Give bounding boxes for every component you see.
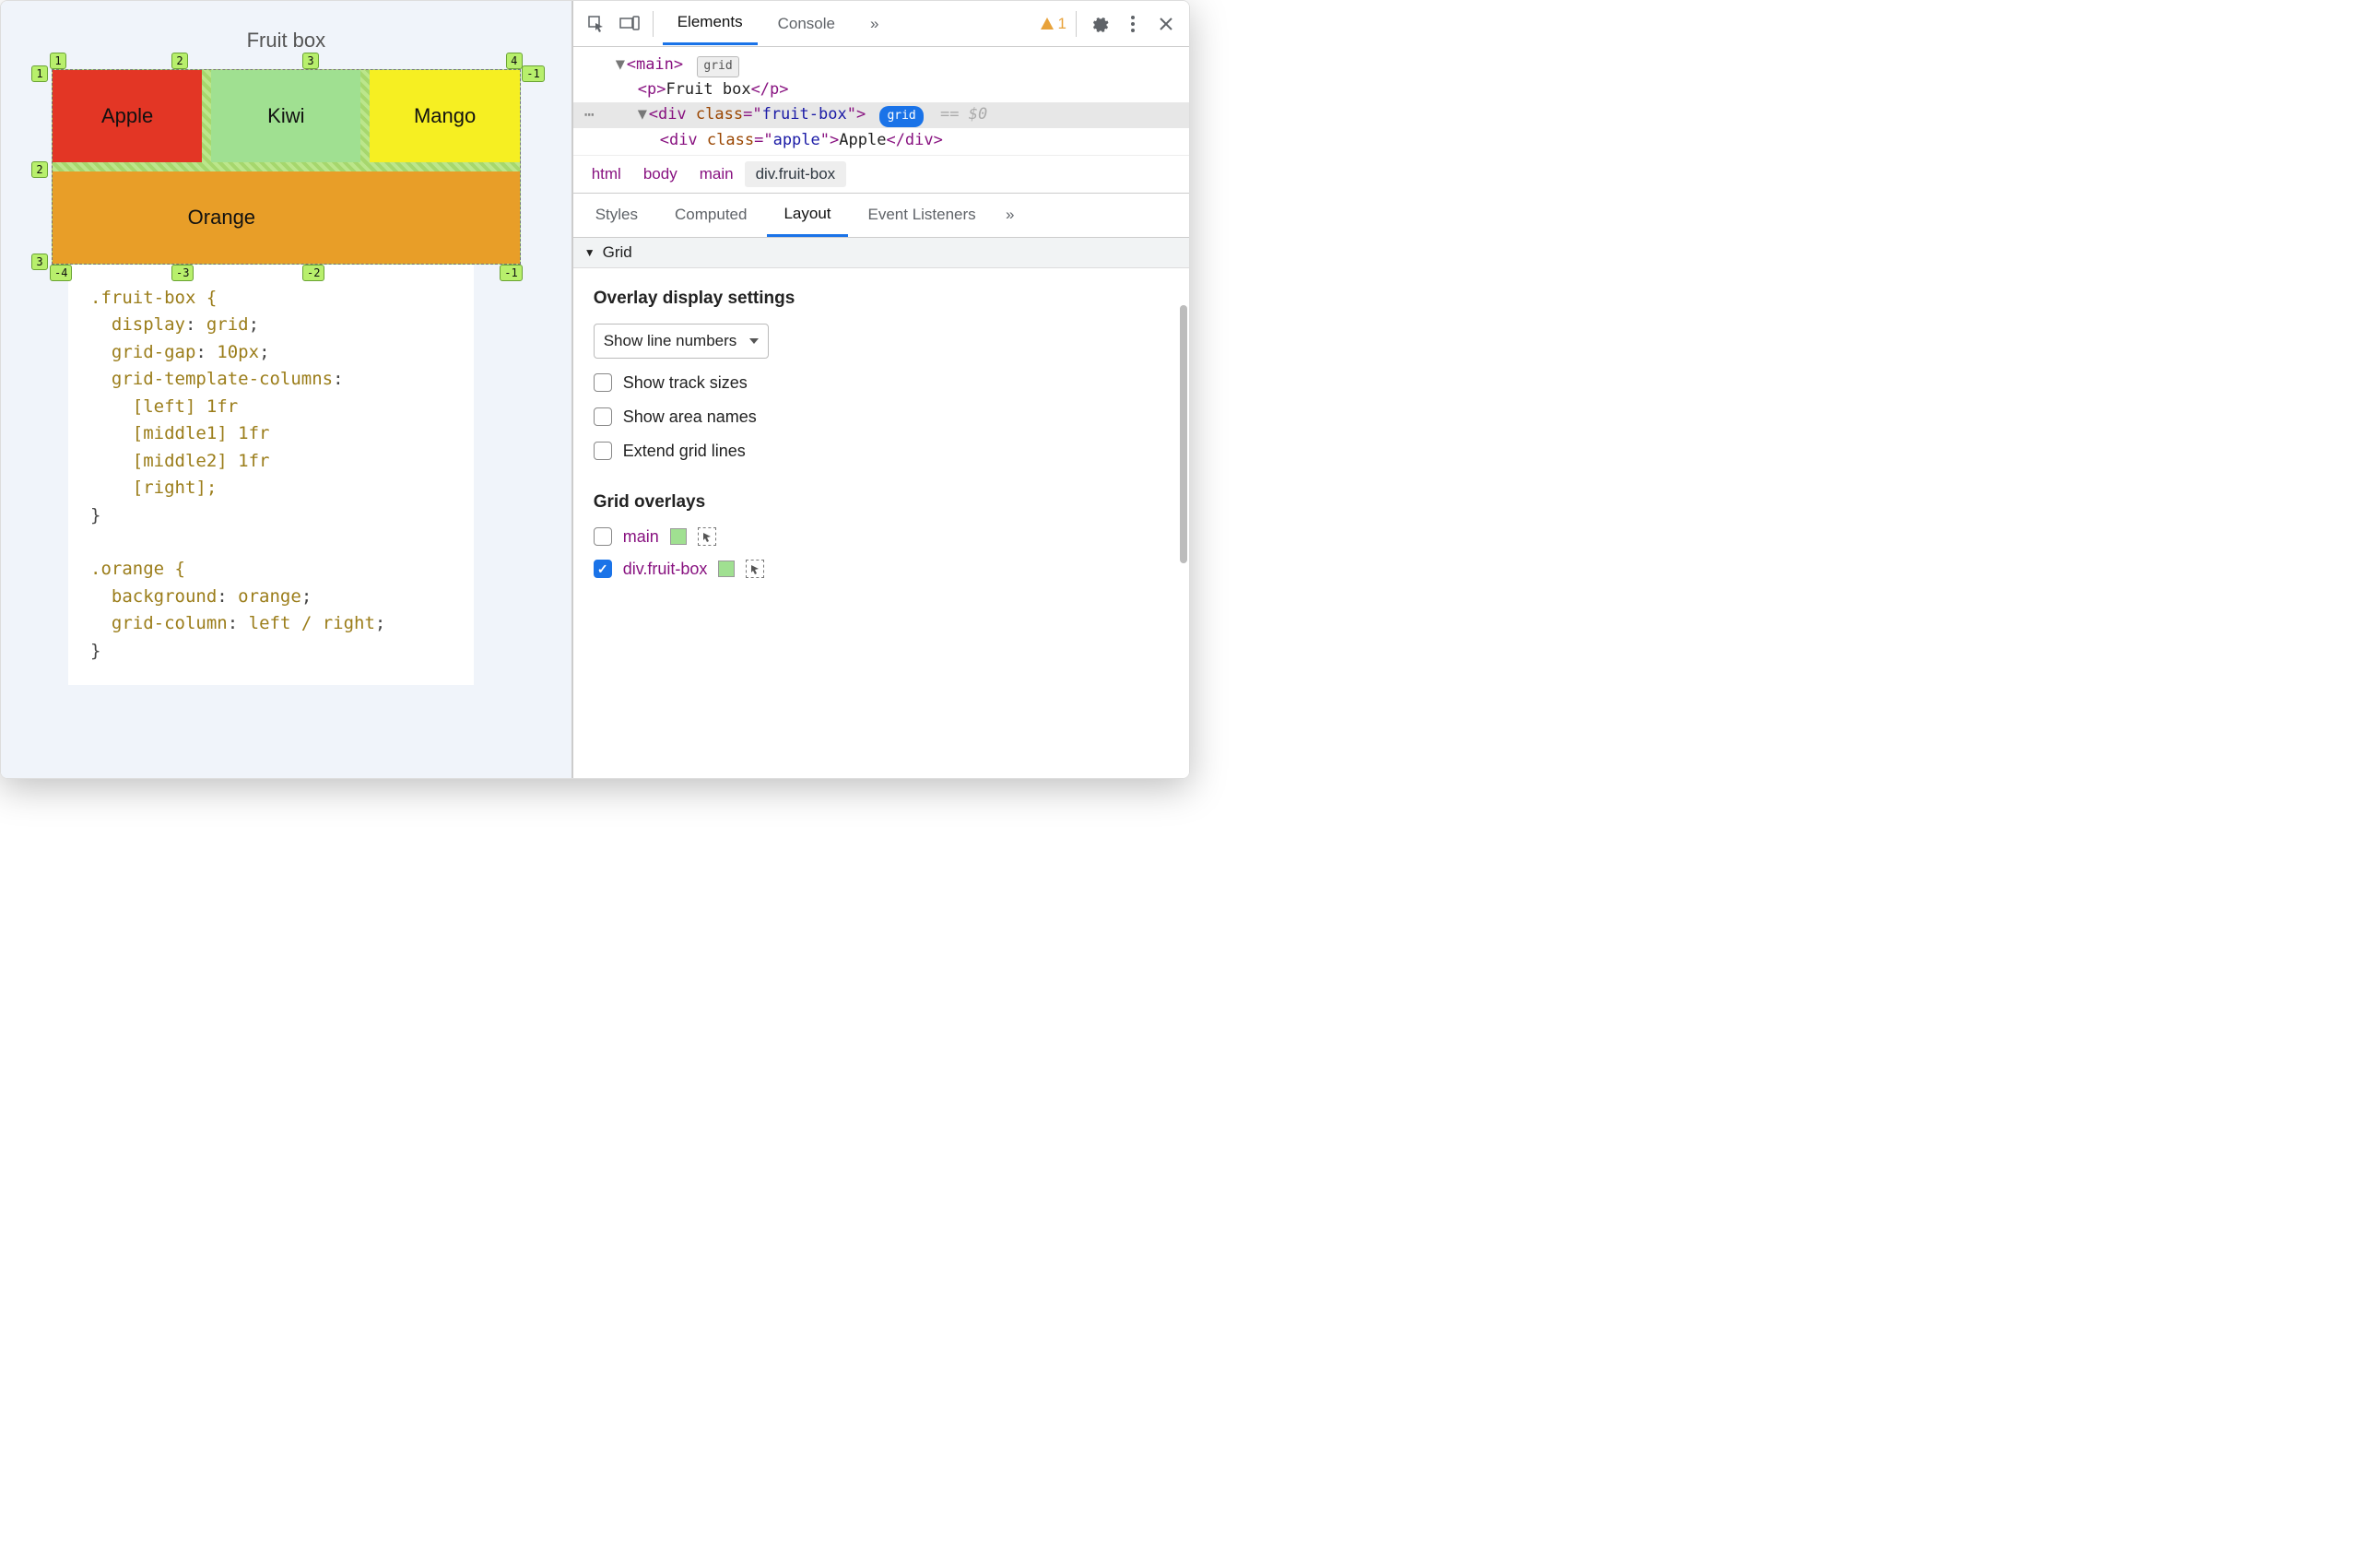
grid-badge[interactable]: grid <box>697 56 738 77</box>
grid-line-tag: -3 <box>171 265 194 281</box>
inspect-icon[interactable] <box>583 10 610 38</box>
line-numbers-select[interactable]: Show line numbers <box>594 324 770 359</box>
close-icon[interactable] <box>1152 10 1180 38</box>
tab-more[interactable]: » <box>855 4 893 44</box>
dom-node-main[interactable]: ▼<main> grid <box>573 53 1189 77</box>
crumb-fruit-box[interactable]: div.fruit-box <box>745 161 847 187</box>
scrollbar-thumb[interactable] <box>1180 305 1187 563</box>
checkbox-icon[interactable] <box>594 407 612 426</box>
color-swatch[interactable] <box>718 561 735 577</box>
grid-line-tag: 2 <box>31 161 48 178</box>
grid-line-tag: 3 <box>302 53 319 69</box>
grid-line-tag: -2 <box>302 265 324 281</box>
grid-overlay-wrapper: Apple Kiwi Mango Orange 1 2 3 4 1 2 3 -1… <box>52 69 521 265</box>
tab-console[interactable]: Console <box>763 4 850 44</box>
grid-line-tag: -4 <box>50 265 72 281</box>
styles-subtabs: Styles Computed Layout Event Listeners » <box>573 194 1189 238</box>
grid-overlays-heading: Grid overlays <box>594 492 1169 513</box>
warnings-badge[interactable]: 1 <box>1040 15 1066 33</box>
dom-node-p[interactable]: <p>Fruit box</p> <box>573 77 1189 102</box>
grid-badge-active[interactable]: grid <box>879 106 923 127</box>
crumb-html[interactable]: html <box>581 161 632 187</box>
overlay-checkbox[interactable] <box>594 527 612 546</box>
check-show-track-sizes[interactable]: Show track sizes <box>594 373 1169 393</box>
grid-line-tag: 1 <box>31 65 48 82</box>
sample-css-block: .fruit-box { display: grid; grid-gap: 10… <box>68 265 474 685</box>
dom-node-fruit-box[interactable]: ▼<div class="fruit-box"> grid == $0 <box>573 102 1189 127</box>
layout-grid-section-header[interactable]: ▼ Grid <box>573 238 1189 268</box>
device-toggle-icon[interactable] <box>616 10 643 38</box>
grid-line-tag: 3 <box>31 254 48 270</box>
grid-line-tag: 4 <box>506 53 523 69</box>
gear-icon[interactable] <box>1086 10 1113 38</box>
checkbox-icon[interactable] <box>594 442 612 460</box>
rendered-page: Fruit box Apple Kiwi Mango Orange 1 2 3 … <box>1 1 571 778</box>
grid-line-tag: -1 <box>522 65 544 82</box>
subtab-styles[interactable]: Styles <box>579 195 654 235</box>
subtab-event-listeners[interactable]: Event Listeners <box>852 195 993 235</box>
elements-dom-tree[interactable]: ▼<main> grid <p>Fruit box</p> ▼<div clas… <box>573 47 1189 155</box>
tab-elements[interactable]: Elements <box>663 2 758 45</box>
overlay-row-main: main <box>594 527 1169 547</box>
subtab-computed[interactable]: Computed <box>658 195 763 235</box>
grid-line-tag: 1 <box>50 53 66 69</box>
crumb-body[interactable]: body <box>632 161 689 187</box>
layout-body: Overlay display settings Show line numbe… <box>573 268 1189 778</box>
reveal-in-elements-icon[interactable] <box>746 560 764 578</box>
color-swatch[interactable] <box>670 528 687 545</box>
check-extend-grid-lines[interactable]: Extend grid lines <box>594 442 1169 461</box>
cell-kiwi: Kiwi <box>211 70 360 162</box>
check-show-area-names[interactable]: Show area names <box>594 407 1169 427</box>
chevron-down-icon: ▼ <box>584 246 595 259</box>
overlay-row-fruit-box: div.fruit-box <box>594 560 1169 579</box>
cell-apple: Apple <box>53 70 202 162</box>
overlay-settings-heading: Overlay display settings <box>594 289 1169 309</box>
dom-node-apple[interactable]: <div class="apple">Apple</div> <box>573 128 1189 153</box>
reveal-in-elements-icon[interactable] <box>698 527 716 546</box>
checkbox-icon[interactable] <box>594 373 612 392</box>
subtab-layout[interactable]: Layout <box>767 194 847 237</box>
overlay-checkbox[interactable] <box>594 560 612 578</box>
devtools-toolbar: Elements Console » 1 <box>573 1 1189 47</box>
subtab-more[interactable]: » <box>996 206 1024 224</box>
breadcrumb: html body main div.fruit-box <box>573 155 1189 194</box>
cell-orange: Orange <box>53 171 520 264</box>
crumb-main[interactable]: main <box>689 161 745 187</box>
fruit-box-grid: Apple Kiwi Mango Orange <box>52 69 521 265</box>
grid-line-tag: -1 <box>500 265 522 281</box>
page-title: Fruit box <box>52 29 521 53</box>
cell-mango: Mango <box>370 70 519 162</box>
devtools-panel: Elements Console » 1 ▼<main> grid <box>571 1 1189 778</box>
grid-line-tag: 2 <box>171 53 188 69</box>
kebab-icon[interactable] <box>1119 10 1147 38</box>
scrollbar[interactable] <box>1178 305 1187 767</box>
